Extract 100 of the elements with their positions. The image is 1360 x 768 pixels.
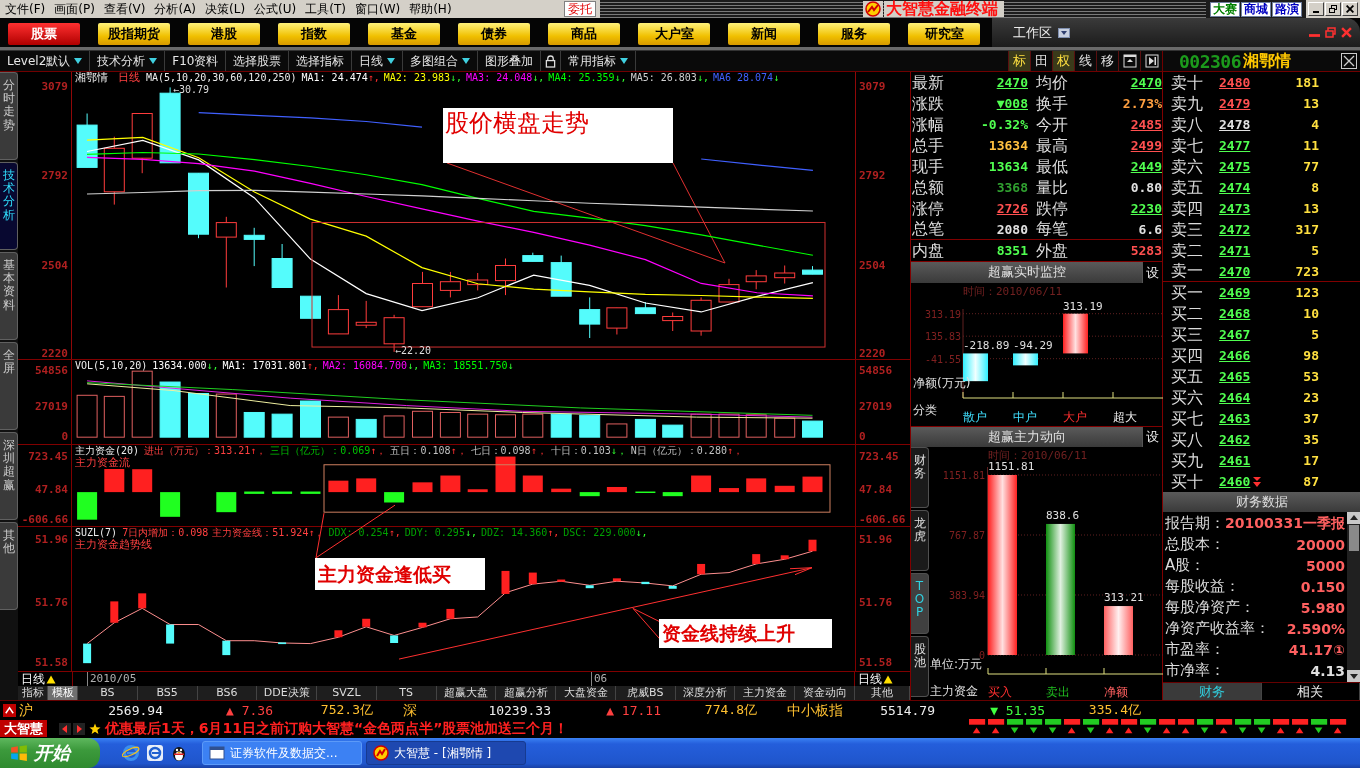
taskbar-button[interactable]: 证券软件及数据交... — [202, 741, 362, 765]
toolbar-button[interactable]: 图形叠加 — [478, 51, 542, 71]
nav-tab[interactable]: 商品 — [548, 23, 620, 45]
indicator-tab[interactable]: 指标 — [18, 686, 48, 700]
menu-item[interactable]: 分析(A) — [149, 0, 201, 18]
menu-item[interactable]: 工具(T) — [300, 0, 350, 18]
nav-tab[interactable]: 基金 — [368, 23, 440, 45]
side-tab[interactable]: 深圳超赢 — [0, 432, 18, 520]
side-tab[interactable]: 股池 — [911, 636, 929, 697]
nav-tab[interactable]: 大户室 — [638, 23, 710, 45]
menu-item[interactable]: 画面(P) — [49, 0, 99, 18]
toolbar-button[interactable]: 选择指标 — [289, 51, 353, 71]
menu-item[interactable]: 窗口(W) — [349, 0, 405, 18]
browser-icon[interactable] — [146, 744, 164, 762]
logo-icon — [373, 745, 389, 761]
data-label: -94.29 — [1013, 339, 1053, 353]
nav-tab[interactable]: 研究室 — [908, 23, 980, 45]
nav-tab[interactable]: 指数 — [278, 23, 350, 45]
order-level-label: 买八 — [1171, 429, 1204, 450]
double-down-icon[interactable] — [1253, 476, 1262, 487]
link-button[interactable]: 大赛 — [1210, 1, 1240, 17]
previous-icon[interactable] — [59, 722, 71, 735]
finance-tab[interactable]: 财务 — [1163, 683, 1262, 700]
scrollbar-thumb[interactable] — [1348, 525, 1359, 551]
view-button[interactable]: 权 — [1052, 51, 1074, 71]
penguin-icon[interactable] — [170, 744, 188, 762]
indicator-tab[interactable]: 大盘资金 — [556, 686, 616, 700]
triangle-icon[interactable] — [46, 674, 56, 684]
nav-tab[interactable]: 港股 — [188, 23, 260, 45]
axis-label: 1151.81 — [942, 470, 985, 481]
scrollbar[interactable] — [1346, 512, 1360, 682]
restore-button[interactable] — [1325, 2, 1341, 16]
indicator-tab[interactable]: 主力资金 — [735, 686, 796, 700]
indicator-tab[interactable]: BS6 — [197, 686, 258, 700]
indicator-tab[interactable]: 深度分析 — [675, 686, 736, 700]
settings-button[interactable]: 设 — [1142, 262, 1162, 283]
toolbar-button[interactable]: 选择股票 — [226, 51, 290, 71]
dropdown-icon[interactable] — [1058, 27, 1070, 38]
view-button[interactable]: 线 — [1074, 51, 1096, 71]
indicator-tab[interactable]: 模板 — [48, 686, 78, 700]
panel-button[interactable] — [1118, 51, 1140, 71]
nav-tab[interactable]: 新闻 — [728, 23, 800, 45]
taskbar-button[interactable]: 大智慧 - [湘鄂情 ] — [366, 741, 526, 765]
restore-icon[interactable] — [1325, 27, 1336, 38]
side-tab[interactable]: 基本资料 — [0, 252, 18, 340]
next-icon[interactable] — [73, 722, 85, 735]
nav-tab[interactable]: 债券 — [458, 23, 530, 45]
close-icon[interactable] — [1341, 53, 1357, 69]
indicator-tab[interactable]: SVZL — [317, 686, 377, 700]
menu-item[interactable]: 帮助(H) — [404, 0, 456, 18]
menu-item[interactable]: 查看(V) — [98, 0, 150, 18]
scroll-down-icon[interactable] — [1346, 670, 1360, 682]
indicator-tab[interactable]: TS — [376, 686, 437, 700]
indicator-tab[interactable]: 超赢大盘 — [436, 686, 497, 700]
close-icon — [1346, 5, 1354, 13]
side-tab[interactable]: 全屏 — [0, 342, 18, 430]
nav-tab[interactable]: 股指期货 — [98, 23, 170, 45]
indicator-tab[interactable]: BS5 — [137, 686, 198, 700]
promo-message[interactable]: 优惠最后1天，6月11日之前订购大智慧“金色两点半”股票池加送三个月！ — [105, 719, 569, 738]
close-button[interactable] — [1342, 2, 1358, 16]
indicator-tab[interactable]: 资金动向 — [795, 686, 855, 700]
toolbar-button[interactable]: 常用指标 — [561, 51, 637, 71]
menu-item[interactable]: 文件(F) — [0, 0, 50, 18]
side-tab[interactable]: 其他 — [0, 522, 18, 610]
toolbar-button[interactable]: Level2默认 — [0, 51, 91, 71]
indicator-tab[interactable]: 超赢分析 — [496, 686, 557, 700]
scroll-up-icon[interactable] — [1346, 512, 1360, 524]
order-volume: 77 — [1302, 159, 1319, 174]
toolbar-button[interactable]: 多图组合 — [403, 51, 479, 71]
menu-item[interactable]: 决策(L) — [200, 0, 250, 18]
market-icon[interactable] — [3, 703, 16, 717]
link-button[interactable]: 商城 — [1241, 1, 1271, 17]
indicator-tab[interactable]: DDE决策 — [257, 686, 318, 700]
toolbar-button[interactable]: F10资料 — [165, 51, 227, 71]
order-button[interactable]: 委托 — [564, 1, 596, 17]
nav-tab[interactable]: 股票 — [8, 23, 80, 45]
view-button[interactable]: 移 — [1096, 51, 1118, 71]
order-level-label: 卖九 — [1171, 93, 1204, 114]
triangle-icon[interactable] — [883, 674, 893, 684]
toolbar-button[interactable]: 技术分析 — [90, 51, 166, 71]
browser-icon[interactable] — [122, 744, 140, 762]
view-button[interactable]: 标 — [1008, 51, 1030, 71]
menu-item[interactable]: 公式(U) — [249, 0, 301, 18]
workspace-label[interactable]: 工作区 — [1013, 23, 1052, 42]
minimize-button[interactable] — [1308, 2, 1324, 16]
indicator-tab[interactable]: 其他 — [854, 686, 910, 700]
side-tab[interactable]: 分时走势 — [0, 72, 18, 160]
side-tab[interactable]: TOP — [911, 573, 929, 634]
toolbar-button[interactable]: 日线 — [352, 51, 404, 71]
next-button[interactable] — [1140, 51, 1162, 71]
link-button[interactable]: 路演 — [1272, 1, 1302, 17]
indicator-tab[interactable]: 虎威BS — [615, 686, 676, 700]
side-tab[interactable]: 技术分析 — [0, 162, 18, 250]
side-tab[interactable]: 龙虎 — [911, 510, 929, 571]
start-button[interactable]: 开始 — [0, 738, 100, 768]
settings-button[interactable]: 设 — [1142, 427, 1162, 447]
indicator-tab[interactable]: BS — [78, 686, 138, 700]
nav-tab[interactable]: 服务 — [818, 23, 890, 45]
quote-value: 6.6 — [1138, 220, 1162, 238]
side-tab[interactable]: 财务 — [911, 447, 929, 508]
